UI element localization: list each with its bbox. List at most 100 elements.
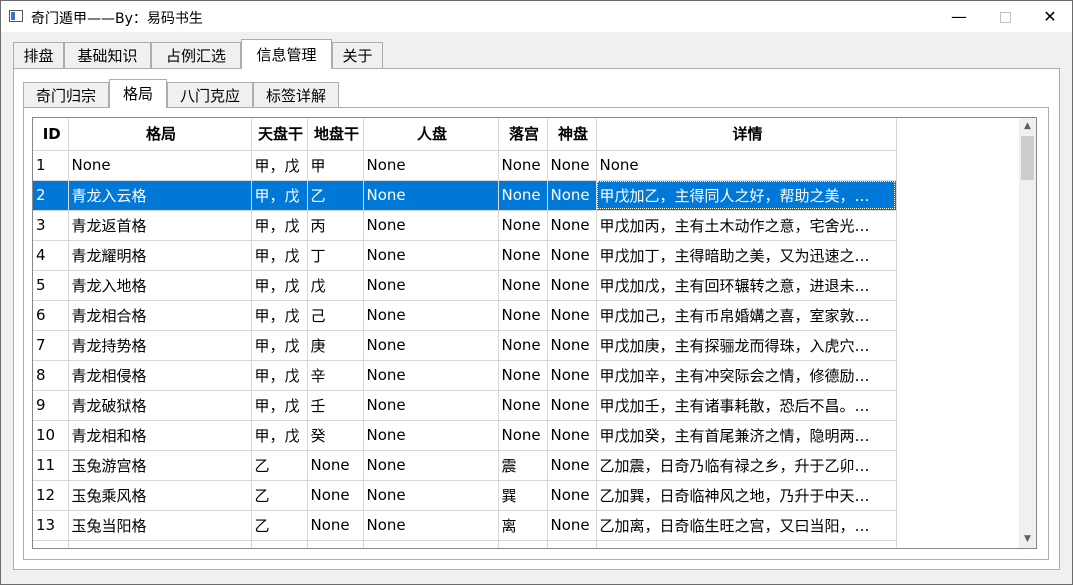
cell-dipan-gan[interactable]: 丙 xyxy=(307,210,364,241)
cell-geju[interactable]: 青龙相合格 xyxy=(68,300,252,331)
cell-details[interactable]: 甲戊加乙，主得同人之好，帮助之美，… xyxy=(596,180,897,211)
cell-renpan[interactable]: None xyxy=(363,180,499,211)
cell-luogong[interactable]: 震 xyxy=(498,450,548,481)
cell-renpan[interactable]: None xyxy=(363,360,499,391)
cell-geju[interactable]: 青龙相和格 xyxy=(68,420,252,451)
cell-tianpan-gan[interactable]: 甲，戊 xyxy=(251,300,308,331)
tab-paipan[interactable]: 排盘 xyxy=(13,42,64,68)
cell-dipan-gan[interactable]: None xyxy=(307,480,364,511)
cell-tianpan-gan[interactable]: 甲，戊 xyxy=(251,420,308,451)
cell-tianpan-gan[interactable]: 甲，戊 xyxy=(251,210,308,241)
cell-id[interactable]: 8 xyxy=(33,360,69,391)
cell-id[interactable]: 13 xyxy=(33,510,69,541)
cell-tianpan-gan[interactable]: 甲，戊 xyxy=(251,270,308,301)
cell-renpan[interactable]: None xyxy=(363,390,499,421)
vertical-scrollbar[interactable]: ▲ ▼ xyxy=(1019,118,1036,548)
cell-details[interactable]: 乙加震，日奇乃临有禄之乡，升于乙卯… xyxy=(596,450,897,481)
cell-renpan[interactable]: None xyxy=(363,450,499,481)
column-header-details[interactable]: 详情 xyxy=(596,118,897,151)
tab-about[interactable]: 关于 xyxy=(332,42,383,68)
cell-id[interactable]: 7 xyxy=(33,330,69,361)
cell-dipan-gan[interactable]: 乙 xyxy=(307,180,364,211)
cell-id[interactable]: 5 xyxy=(33,270,69,301)
cell-id[interactable]: 2 xyxy=(33,180,69,211)
table-row[interactable]: 6 青龙相合格 甲，戊己 None None None 甲戊加己，主有币帛婚媾之喜，室家敦… xyxy=(33,300,897,331)
cell-shenpan[interactable]: None xyxy=(547,450,597,481)
cell-luogong[interactable]: None xyxy=(498,270,548,301)
cell-shenpan[interactable]: None xyxy=(547,210,597,241)
tab-label-details[interactable]: 标签详解 xyxy=(253,82,339,108)
cell-luogong[interactable]: None xyxy=(498,330,548,361)
cell-dipan-gan[interactable]: 癸 xyxy=(307,420,364,451)
minimize-button[interactable]: — xyxy=(936,1,982,32)
cell-tianpan-gan[interactable]: 甲，戊 xyxy=(251,330,308,361)
cell-dipan-gan[interactable]: 辛 xyxy=(307,360,364,391)
cell-id[interactable]: 10 xyxy=(33,420,69,451)
table-row[interactable]: 10 青龙相和格 甲，戊癸 None None None 甲戊加癸，主有首尾兼济之情，隐明两… xyxy=(33,420,897,451)
table-row[interactable]: 4 青龙耀明格 甲，戊丁 None None None 甲戊加丁，主得暗助之美，又为迅速之… xyxy=(33,240,897,271)
cell-shenpan[interactable]: None xyxy=(547,420,597,451)
cell-geju[interactable]: 青龙耀明格 xyxy=(68,240,252,271)
tab-qimen-guizong[interactable]: 奇门归宗 xyxy=(23,82,109,108)
table-row[interactable]: 9 青龙破狱格 甲，戊壬 None None None 甲戊加壬，主有诸事耗散，恐后不昌。… xyxy=(33,390,897,421)
cell-shenpan[interactable]: None xyxy=(547,330,597,361)
cell-tianpan-gan[interactable]: 甲，戊 xyxy=(251,240,308,271)
table-row[interactable]: 2 青龙入云格 甲，戊乙 None None None 甲戊加乙，主得同人之好，帮助之美，… xyxy=(33,180,897,211)
cell-id[interactable]: 12 xyxy=(33,480,69,511)
cell-id[interactable]: 11 xyxy=(33,450,69,481)
cell-renpan[interactable]: None xyxy=(363,480,499,511)
table-row[interactable]: 13 玉兔当阳格乙 None None 离 None 乙加离，日奇临生旺之宫，又曰当阳，… xyxy=(33,510,897,541)
cell-details[interactable]: 甲戊加辛，主有冲突际会之情，修德励… xyxy=(596,360,897,391)
geju-table[interactable]: ID 格局 天盘干 地盘干 人盘 落宫 神盘 详情 1 None 甲，戊甲 None N… xyxy=(32,117,1037,549)
cell-renpan[interactable]: None xyxy=(363,420,499,451)
cell-tianpan-gan[interactable]: 乙 xyxy=(251,450,308,481)
cell-dipan-gan[interactable]: 甲 xyxy=(307,150,364,181)
table-row[interactable]: 8 青龙相侵格 甲，戊辛 None None None 甲戊加辛，主有冲突际会之情，修德励… xyxy=(33,360,897,391)
cell-luogong[interactable]: None xyxy=(498,210,548,241)
cell-dipan-gan[interactable]: 丁 xyxy=(307,240,364,271)
cell-tianpan-gan[interactable]: 甲，戊 xyxy=(251,360,308,391)
column-header-shenpan[interactable]: 神盘 xyxy=(547,118,597,151)
cell-details[interactable]: 甲戊加庚，主有探骊龙而得珠，入虎穴… xyxy=(596,330,897,361)
cell-shenpan[interactable]: None xyxy=(547,180,597,211)
cell-renpan[interactable]: None xyxy=(363,510,499,541)
cell-dipan-gan[interactable]: 己 xyxy=(307,300,364,331)
cell-geju[interactable]: 青龙返首格 xyxy=(68,210,252,241)
cell-id[interactable]: 3 xyxy=(33,210,69,241)
column-header-tianpan-gan[interactable]: 天盘干 xyxy=(251,118,308,151)
cell-shenpan[interactable]: None xyxy=(547,300,597,331)
cell-details[interactable]: 乙加离，日奇临生旺之宫，又曰当阳，… xyxy=(596,510,897,541)
cell-tianpan-gan[interactable]: 甲，戊 xyxy=(251,390,308,421)
cell-id[interactable]: 4 xyxy=(33,240,69,271)
cell-geju[interactable]: 玉兔当阳格 xyxy=(68,510,252,541)
column-header-renpan[interactable]: 人盘 xyxy=(363,118,499,151)
column-header-geju[interactable]: 格局 xyxy=(68,118,252,151)
cell-luogong[interactable]: 巽 xyxy=(498,480,548,511)
cell-dipan-gan[interactable]: 壬 xyxy=(307,390,364,421)
column-header-luogong[interactable]: 落宫 xyxy=(498,118,548,151)
table-row[interactable]: 11 玉兔游宫格乙 None None 震 None 乙加震，日奇乃临有禄之乡，升于乙卯… xyxy=(33,450,897,481)
cell-dipan-gan[interactable]: 戊 xyxy=(307,270,364,301)
cell-geju[interactable]: 青龙持势格 xyxy=(68,330,252,361)
tab-info-management[interactable]: 信息管理 xyxy=(241,39,332,69)
cell-luogong[interactable]: None xyxy=(498,240,548,271)
cell-id[interactable]: 6 xyxy=(33,300,69,331)
cell-shenpan[interactable]: None xyxy=(547,390,597,421)
tab-case-collection[interactable]: 占例汇选 xyxy=(151,42,241,68)
table-row[interactable]: 12 玉兔乘风格乙 None None 巽 None 乙加巽，日奇临神风之地，乃升于中天… xyxy=(33,480,897,511)
cell-details[interactable]: 乙加巽，日奇临神风之地，乃升于中天… xyxy=(596,480,897,511)
cell-tianpan-gan[interactable]: 甲，戊 xyxy=(251,180,308,211)
tab-basic-knowledge[interactable]: 基础知识 xyxy=(64,42,151,68)
cell-geju[interactable]: 玉兔游宫格 xyxy=(68,450,252,481)
cell-renpan[interactable]: None xyxy=(363,270,499,301)
cell-tianpan-gan[interactable]: 甲，戊 xyxy=(251,150,308,181)
cell-renpan[interactable]: None xyxy=(363,240,499,271)
table-row[interactable]: 1 None 甲，戊甲 None None None None xyxy=(33,150,897,181)
cell-tianpan-gan[interactable]: 乙 xyxy=(251,480,308,511)
cell-shenpan[interactable]: None xyxy=(547,150,597,181)
cell-geju[interactable]: 青龙入云格 xyxy=(68,180,252,211)
cell-geju[interactable]: 青龙入地格 xyxy=(68,270,252,301)
cell-dipan-gan[interactable]: 庚 xyxy=(307,330,364,361)
cell-shenpan[interactable]: None xyxy=(547,240,597,271)
cell-geju[interactable]: 青龙破狱格 xyxy=(68,390,252,421)
